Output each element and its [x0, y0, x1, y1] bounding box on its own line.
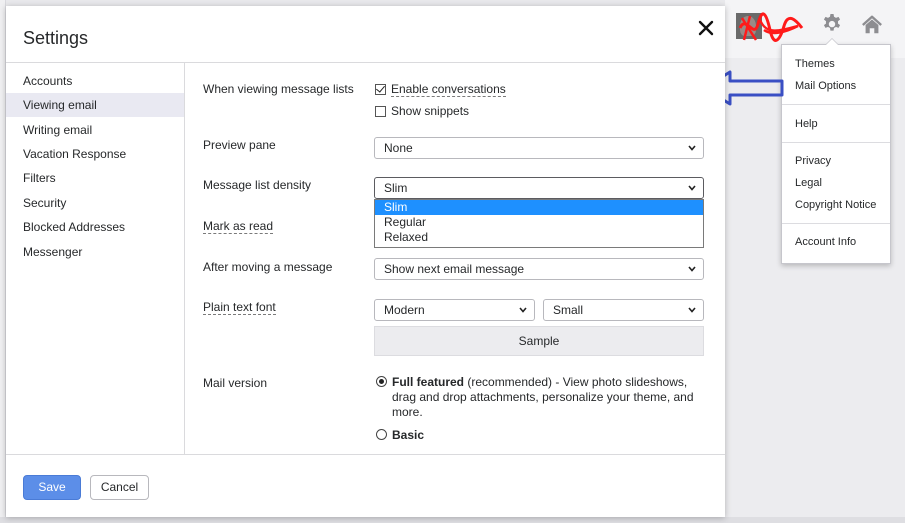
settings-sidebar: Accounts Viewing email Writing email Vac…: [6, 63, 185, 454]
enable-conversations-checkbox[interactable]: [375, 84, 386, 95]
menu-item-mail-options[interactable]: Mail Options: [795, 80, 856, 92]
font-size-value: Small: [553, 303, 584, 317]
show-snippets-row[interactable]: Show snippets: [375, 104, 469, 118]
dialog-title: Settings: [23, 28, 89, 48]
sidebar-item-writing-email[interactable]: Writing email: [6, 118, 184, 142]
font-family-value: Modern: [384, 303, 425, 317]
save-button[interactable]: Save: [23, 475, 81, 500]
cancel-button[interactable]: Cancel: [90, 475, 149, 500]
menu-item-account-info[interactable]: Account Info: [795, 236, 856, 248]
menu-item-help[interactable]: Help: [795, 118, 818, 130]
preview-pane-label: Preview pane: [203, 138, 276, 152]
full-featured-radio[interactable]: [376, 376, 387, 387]
background-bottom: [0, 517, 905, 523]
mark-as-read-label[interactable]: Mark as read: [203, 219, 274, 234]
chevron-down-icon: [688, 145, 696, 151]
density-dropdown-list: Slim Regular Relaxed: [374, 199, 704, 248]
show-snippets-label[interactable]: Show snippets: [391, 104, 469, 118]
home-icon[interactable]: [861, 14, 883, 36]
enable-conversations-label[interactable]: Enable conversations: [391, 82, 506, 97]
gear-icon[interactable]: [821, 14, 843, 36]
after-moving-label: After moving a message: [203, 260, 333, 274]
settings-menu: Themes Mail Options Help Privacy Legal C…: [781, 38, 891, 264]
basic-radio[interactable]: [376, 429, 387, 440]
sidebar-item-security[interactable]: Security: [6, 191, 184, 215]
chevron-down-icon: [688, 307, 696, 313]
menu-item-legal[interactable]: Legal: [795, 177, 822, 189]
basic-title: Basic: [392, 428, 425, 442]
chevron-down-icon: [688, 185, 696, 191]
enable-conversations-row[interactable]: Enable conversations: [375, 82, 506, 97]
sidebar-item-accounts[interactable]: Accounts: [6, 69, 184, 93]
sidebar-item-vacation-response[interactable]: Vacation Response: [6, 142, 184, 166]
full-featured-option[interactable]: Full featured (recommended) - View photo…: [376, 375, 701, 420]
plain-text-font-label[interactable]: Plain text font: [203, 300, 276, 315]
after-moving-value: Show next email message: [384, 262, 525, 276]
density-label: Message list density: [203, 178, 312, 192]
full-featured-title: Full featured: [392, 375, 465, 389]
font-size-select[interactable]: Small: [543, 299, 704, 321]
sidebar-item-filters[interactable]: Filters: [6, 166, 184, 190]
menu-item-privacy[interactable]: Privacy: [795, 155, 831, 167]
font-family-select[interactable]: Modern: [374, 299, 535, 321]
density-select[interactable]: Slim: [374, 177, 704, 199]
menu-divider: [782, 104, 890, 105]
footer-divider: [6, 454, 725, 455]
show-snippets-checkbox[interactable]: [375, 105, 386, 117]
menu-divider: [782, 142, 890, 143]
chevron-down-icon: [519, 307, 527, 313]
basic-option[interactable]: Basic: [376, 428, 701, 443]
preview-pane-select[interactable]: None: [374, 137, 704, 159]
sidebar-item-blocked-addresses[interactable]: Blocked Addresses: [6, 215, 184, 239]
density-option-regular[interactable]: Regular: [375, 215, 703, 230]
after-moving-select[interactable]: Show next email message: [374, 258, 704, 280]
settings-dialog: Settings Accounts Viewing email Writing …: [6, 6, 725, 517]
preview-pane-value: None: [384, 141, 413, 155]
mail-version-label: Mail version: [203, 376, 268, 390]
menu-divider: [782, 223, 890, 224]
sidebar-item-viewing-email[interactable]: Viewing email: [6, 93, 184, 117]
redaction-scribble: [738, 12, 804, 42]
message-lists-label: When viewing message lists: [203, 82, 354, 96]
menu-item-copyright-notice[interactable]: Copyright Notice: [795, 199, 876, 211]
density-option-relaxed[interactable]: Relaxed: [375, 230, 703, 245]
font-sample-box: Sample: [374, 326, 704, 356]
chevron-down-icon: [688, 266, 696, 272]
close-icon[interactable]: [696, 18, 716, 38]
sidebar-item-messenger[interactable]: Messenger: [6, 240, 184, 264]
density-option-slim[interactable]: Slim: [375, 200, 703, 215]
menu-item-themes[interactable]: Themes: [795, 58, 835, 70]
density-value: Slim: [384, 181, 408, 195]
